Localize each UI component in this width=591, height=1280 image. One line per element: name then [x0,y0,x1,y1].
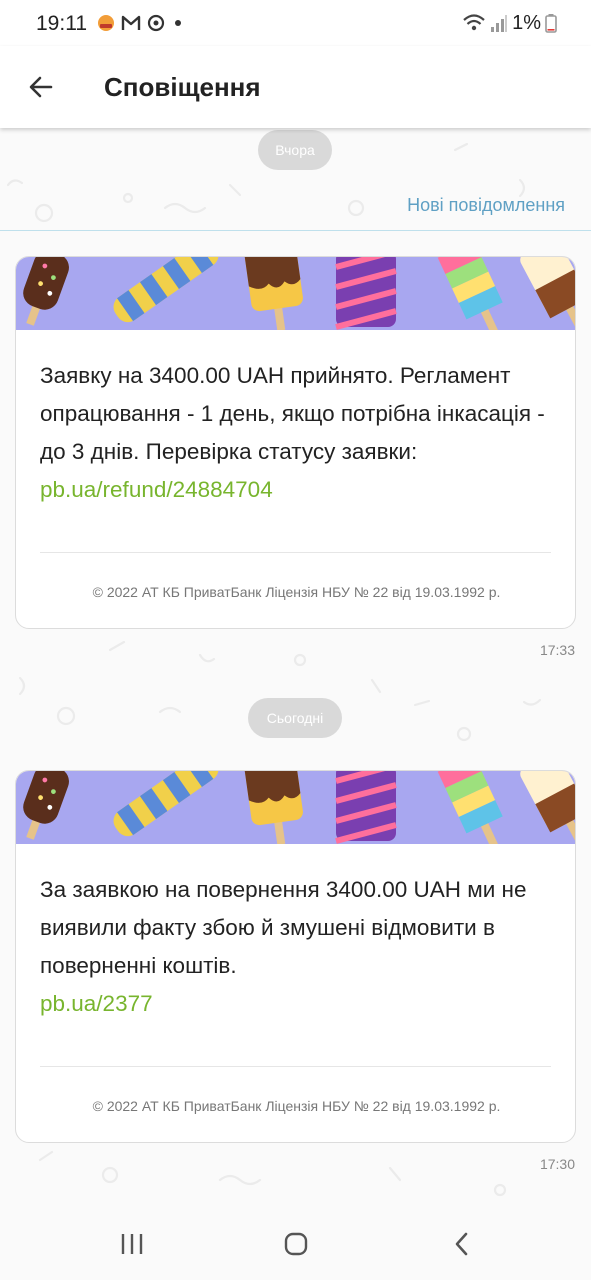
card-divider [40,1066,551,1067]
gmail-icon [121,15,141,30]
ice-cream-banner [16,257,575,330]
status-bar: 19:11 1% [0,0,591,46]
status-system-icons: 1% [462,12,557,34]
recents-button[interactable] [112,1224,152,1264]
system-nav-bar [0,1206,591,1280]
page-title: Сповіщення [104,72,261,102]
dot-icon [175,20,181,26]
date-separator-yesterday: Вчора [258,130,332,170]
date-separator-today: Сьогодні [248,698,342,738]
card-divider [40,552,551,553]
message-text: За заявкою на повернення 3400.00 UAH ми … [40,871,560,1023]
card-footer: © 2022 АТ КБ ПриватБанк Ліцензія НБУ № 2… [92,584,501,600]
message-link[interactable]: pb.ua/refund/24884704 [40,477,273,502]
app-bar: Сповіщення [0,46,591,128]
new-messages-label: Нові повідомлення [407,195,565,215]
wifi-icon [463,14,485,31]
nav-back-button[interactable] [442,1224,482,1264]
message-body: Заявку на 3400.00 UAH прийнято. Регламен… [40,363,545,464]
ice-cream-banner [16,771,575,844]
message-link[interactable]: pb.ua/2377 [40,991,153,1016]
card-footer: © 2022 АТ КБ ПриватБанк Ліцензія НБУ № 2… [92,1098,501,1114]
back-button[interactable] [20,66,62,108]
battery-icon [545,14,557,33]
status-time: 19:11 [36,12,87,35]
notification-app-icon [98,15,114,31]
message-card: За заявкою на повернення 3400.00 UAH ми … [15,770,576,1143]
new-messages-divider [0,230,591,231]
message-time: 17:30 [539,1156,575,1172]
battery-percent: 1% [512,11,541,34]
signal-icon [491,15,508,32]
home-icon [284,1232,308,1256]
home-button[interactable] [276,1224,316,1264]
arrow-left-icon [29,76,53,98]
message-card: Заявку на 3400.00 UAH прийнято. Регламен… [15,256,576,629]
message-body: За заявкою на повернення 3400.00 UAH ми … [40,877,527,978]
message-text: Заявку на 3400.00 UAH прийнято. Регламен… [40,357,560,509]
sync-icon [147,14,165,32]
message-time: 17:33 [539,642,575,658]
recents-icon [121,1234,143,1254]
back-icon [455,1232,468,1256]
status-notification-icons [96,12,185,34]
